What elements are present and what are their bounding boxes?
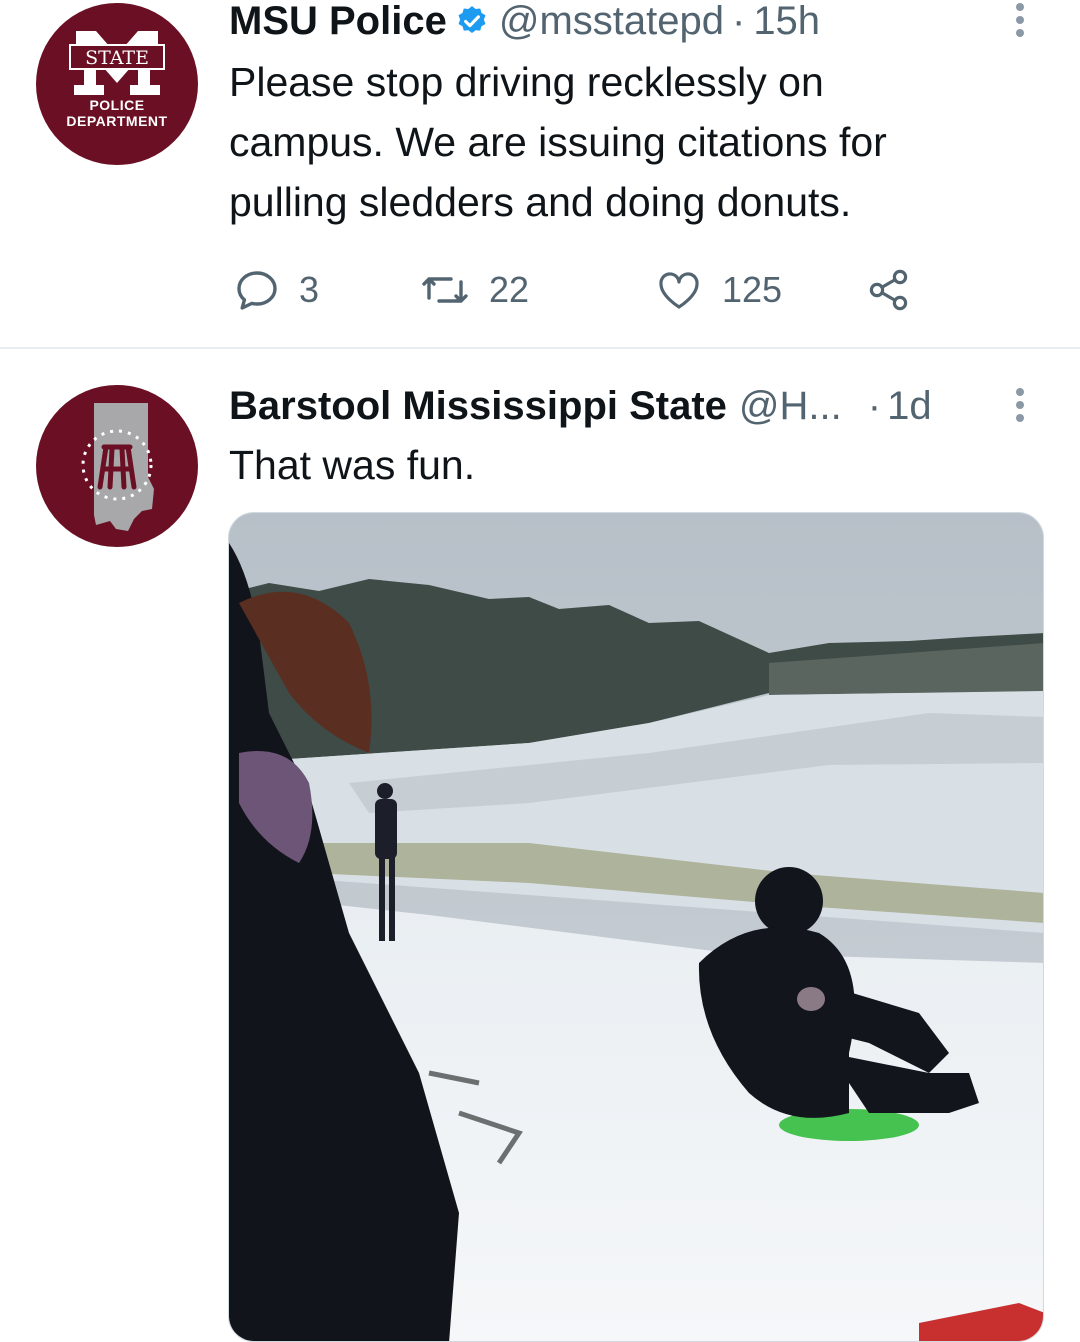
avatar-top-text: STATE xyxy=(85,47,149,69)
retweet-count: 22 xyxy=(489,269,530,310)
like-button[interactable]: 125 xyxy=(654,260,782,320)
share-icon xyxy=(869,269,908,311)
avatar-line-police: POLICE xyxy=(89,97,145,113)
tweet-header: MSU Police @msstatepd · 15h xyxy=(229,0,820,44)
tweet-media-photo[interactable] xyxy=(228,512,1044,1342)
tweet-text: That was fun. xyxy=(229,442,476,488)
tweet-timestamp[interactable]: 1d xyxy=(887,383,932,429)
like-count: 125 xyxy=(722,269,783,310)
tweet-actions: 3 22 125 xyxy=(229,260,929,320)
share-button[interactable] xyxy=(865,260,913,320)
tweet-timestamp[interactable]: 15h xyxy=(753,0,820,44)
reply-button[interactable]: 3 xyxy=(233,260,319,320)
tweet-text: Please stop driving recklessly on campus… xyxy=(229,59,887,225)
retweet-button[interactable]: 22 xyxy=(419,260,529,320)
more-options-icon[interactable] xyxy=(1010,0,1030,40)
author-handle[interactable]: @H... xyxy=(739,383,842,429)
separator-dot: · xyxy=(731,0,746,43)
tweet-msu-police[interactable]: STATE POLICE DEPARTMENT MSU Police @msst… xyxy=(0,0,1080,348)
tweet-barstool[interactable]: Barstool Mississippi State @H... · 1d Th… xyxy=(0,349,1080,1342)
avatar-line-department: DEPARTMENT xyxy=(66,113,168,129)
author-handle[interactable]: @msstatepd xyxy=(499,0,724,44)
separator-dot: · xyxy=(867,384,882,428)
retweet-icon xyxy=(422,277,468,303)
avatar-msu-police[interactable]: STATE POLICE DEPARTMENT xyxy=(36,3,198,165)
like-icon xyxy=(659,272,699,309)
sledding-photo xyxy=(229,513,1043,1341)
avatar-barstool[interactable] xyxy=(36,385,198,547)
tweet-header: Barstool Mississippi State @H... · 1d xyxy=(229,383,932,429)
verified-badge-icon xyxy=(458,6,486,34)
barstool-mississippi-logo xyxy=(81,403,154,531)
author-name[interactable]: Barstool Mississippi State xyxy=(229,383,727,429)
msu-police-logo: STATE xyxy=(69,31,165,95)
reply-count: 3 xyxy=(299,269,320,310)
reply-icon xyxy=(237,271,277,310)
author-name[interactable]: MSU Police xyxy=(229,0,447,44)
more-options-icon[interactable] xyxy=(1010,385,1030,425)
